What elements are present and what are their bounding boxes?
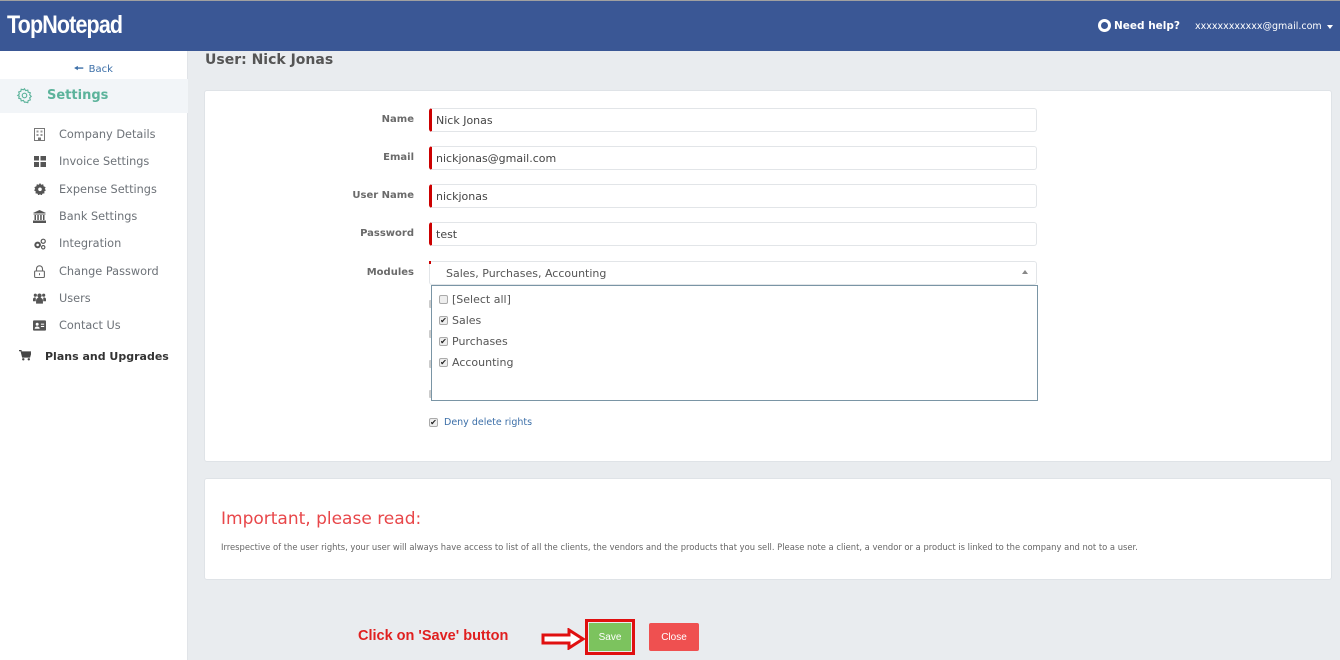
lock-icon [33,264,46,278]
cogs-icon [33,237,46,250]
sidebar-item-label: Company Details [59,128,156,142]
modules-label: Modules [366,267,414,278]
option-label: Sales [452,314,482,327]
username-label: User Name [352,190,414,201]
settings-nav: Company Details Invoice Settings Expense… [0,121,188,339]
sidebar-section-settings[interactable]: Settings [0,79,188,113]
checkbox-checked[interactable]: ✔ [439,337,448,346]
username-row: User Name nickjonas [205,184,1333,208]
bank-icon [33,210,46,224]
deny-delete-checkbox[interactable]: ✔ [429,418,438,427]
contact-card-icon [33,319,46,332]
email-label: Email [383,152,414,163]
email-field[interactable]: nickjonas@gmail.com [429,146,1037,170]
cog-icon [33,183,46,196]
caret-up-icon [1022,270,1028,274]
need-help-link[interactable]: Need help? [1098,19,1180,32]
email-row: Email nickjonas@gmail.com [205,146,1333,170]
user-form-card: Name Nick Jonas Email nickjonas@gmail.co… [204,90,1332,462]
checkbox-unchecked[interactable] [439,295,448,304]
name-row: Name Nick Jonas [205,108,1333,132]
sidebar-item-expense-settings[interactable]: Expense Settings [0,176,188,203]
lifebuoy-icon [1098,19,1111,32]
cart-icon [19,350,32,364]
sidebar-item-label: Invoice Settings [59,155,150,169]
module-option-select-all[interactable]: [Select all] [439,293,511,306]
modules-select[interactable]: Sales, Purchases, Accounting [429,261,1037,285]
password-row: Password test [205,222,1333,246]
module-option-purchases[interactable]: ✔ Purchases [439,335,508,348]
password-field[interactable]: test [429,222,1037,246]
sidebar-item-users[interactable]: Users [0,285,188,312]
sidebar-item-label: Users [59,291,91,305]
checkbox-checked[interactable]: ✔ [439,358,448,367]
info-text: Irrespective of the user rights, your us… [221,542,1138,552]
option-label: [Select all] [452,293,511,306]
password-label: Password [360,228,414,239]
sidebar-item-label: Expense Settings [59,182,157,196]
sidebar-item-label: Bank Settings [59,210,138,224]
caret-down-icon [1326,24,1333,29]
gear-icon [16,87,33,104]
grid-icon [33,155,46,168]
sidebar-item-integration[interactable]: Integration [0,230,188,257]
arrow-right-icon [541,628,586,650]
sidebar-item-label: Integration [59,237,122,251]
account-menu[interactable]: xxxxxxxxxxxx@gmail.com [1195,21,1333,32]
name-label: Name [381,114,414,125]
sidebar-item-bank-settings[interactable]: Bank Settings [0,203,188,230]
sidebar-item-plans-and-upgrades[interactable]: Plans and Upgrades [0,347,188,367]
required-marker [429,261,431,264]
back-link[interactable]: 🠔 Back [74,60,113,79]
modules-dropdown: [Select all] ✔ Sales ✔ Purchases ✔ Accou… [431,285,1038,401]
need-help-label: Need help? [1114,19,1181,32]
username-field[interactable]: nickjonas [429,184,1037,208]
sidebar-item-label: Contact Us [59,319,121,333]
building-icon [33,128,46,142]
close-button[interactable]: Close [649,623,699,651]
users-icon [33,292,46,305]
account-email: xxxxxxxxxxxx@gmail.com [1195,21,1322,32]
settings-label: Settings [47,88,109,103]
important-info-card: Important, please read: Irrespective of … [204,478,1332,580]
sidebar-item-company-details[interactable]: Company Details [0,121,188,148]
checkbox-checked[interactable]: ✔ [439,316,448,325]
sidebar-item-invoice-settings[interactable]: Invoice Settings [0,148,188,175]
module-option-accounting[interactable]: ✔ Accounting [439,356,513,369]
sidebar-item-change-password[interactable]: Change Password [0,257,188,284]
name-field[interactable]: Nick Jonas [429,108,1037,132]
app-logo[interactable]: TopNotepad [7,11,123,40]
deny-delete-label: Deny delete rights [444,417,533,428]
sidebar-item-contact-us[interactable]: Contact Us [0,312,188,339]
back-label: Back [88,64,113,75]
module-option-sales[interactable]: ✔ Sales [439,314,481,327]
arrow-left-icon: 🠔 [74,62,84,75]
page-title: User: Nick Jonas [205,52,334,68]
plans-label: Plans and Upgrades [45,350,169,363]
deny-delete-rights[interactable]: ✔ Deny delete rights [429,417,532,428]
option-label: Purchases [452,335,508,348]
sidebar-item-label: Change Password [59,264,159,278]
modules-selected-value: Sales, Purchases, Accounting [446,267,607,280]
sidebar: 🠔 Back Settings Company Details Invoice … [0,51,188,660]
option-label: Accounting [452,356,514,369]
save-button[interactable]: Save [589,623,631,651]
top-bar: TopNotepad Need help? xxxxxxxxxxxx@gmail… [0,0,1340,51]
info-title: Important, please read: [221,509,422,529]
instruction-annotation: Click on 'Save' button [358,628,509,644]
